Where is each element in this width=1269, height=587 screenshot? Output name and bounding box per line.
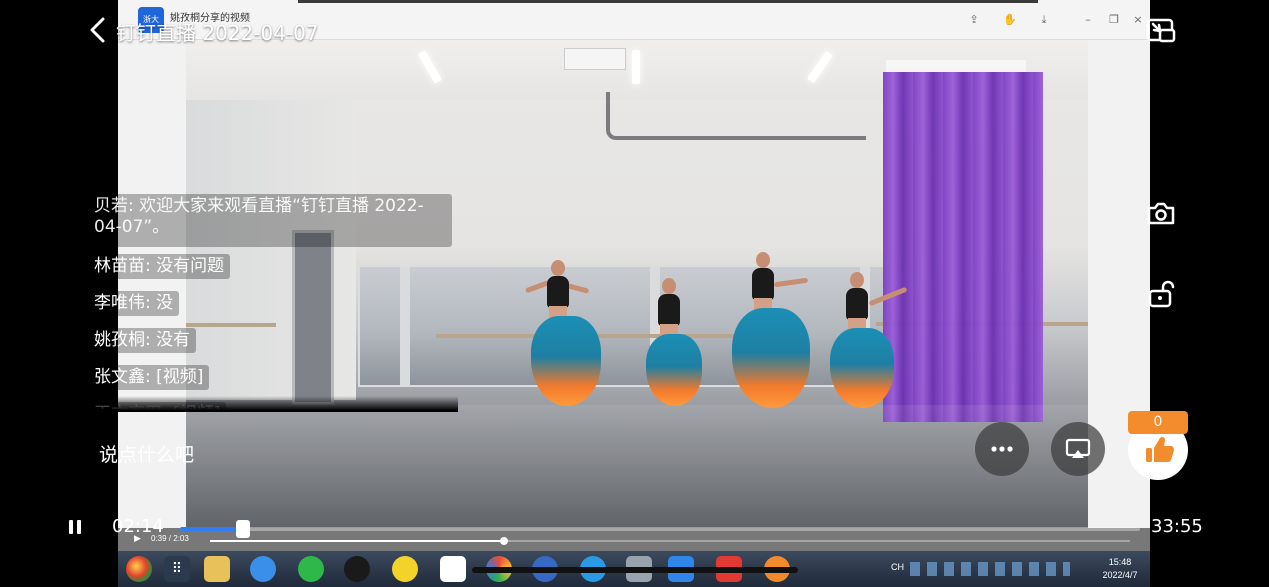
comment-text: 没有问题 xyxy=(156,256,225,276)
recorded-window-topline xyxy=(298,0,1038,3)
unlock-icon xyxy=(1148,280,1175,308)
comment-author: 林苗苗 xyxy=(94,256,145,276)
dingtalk-icon xyxy=(250,556,276,582)
more-button[interactable] xyxy=(975,422,1029,476)
comment-fade xyxy=(88,396,458,412)
download-icon: ⤓ xyxy=(1041,13,1047,26)
progress-fill xyxy=(180,527,244,531)
recorded-progress-fill xyxy=(210,540,505,542)
screen-cast-icon xyxy=(1065,438,1091,458)
air-conditioner xyxy=(564,48,626,70)
share-icon: ⇪ xyxy=(969,13,979,26)
folder-icon xyxy=(204,556,230,582)
recorded-progress-track xyxy=(210,537,1130,545)
floor-reflection xyxy=(186,405,1088,528)
comment-item: 贝若: 欢迎大家来观看直播“钉钉直播 2022-04-07”。 xyxy=(88,194,452,247)
comment-text: [视频] xyxy=(156,367,204,387)
comment-text: 没 xyxy=(156,293,174,313)
tray-date: 2022/4/7 xyxy=(1102,570,1138,580)
page-title: 钉钉直播 2022-04-07 xyxy=(116,21,319,45)
comment-item: 李唯伟: 没 xyxy=(88,291,180,316)
camera-icon xyxy=(1147,202,1175,225)
screenshot-button[interactable] xyxy=(1143,196,1179,232)
picture-in-picture-icon xyxy=(1146,18,1176,43)
pause-icon xyxy=(69,520,81,534)
minimize-icon: – xyxy=(1085,13,1091,26)
screen-lock-button[interactable] xyxy=(1143,276,1179,312)
comment-author: 贝若 xyxy=(94,196,128,216)
progress-bar[interactable] xyxy=(180,520,1140,538)
recorded-player-progress: ▶ 0:39 / 2:03 xyxy=(118,528,1150,551)
app-icon xyxy=(392,556,418,582)
hand-icon: ✋ xyxy=(1003,13,1017,26)
comment-separator: : xyxy=(145,256,157,276)
tray-clock: 15:48 2022/4/7 xyxy=(1090,551,1150,587)
comment-separator: : xyxy=(145,293,157,313)
comment-separator: : xyxy=(128,196,140,216)
comment-separator: : xyxy=(145,330,157,350)
ceiling-light xyxy=(418,50,442,84)
comment-text: 没有 xyxy=(156,330,191,350)
ceiling-light xyxy=(632,50,640,84)
start-button-icon xyxy=(126,556,152,582)
comment-item: 林苗苗: 没有问题 xyxy=(88,254,231,279)
restore-icon: ❐ xyxy=(1109,13,1119,26)
qq-icon xyxy=(344,556,370,582)
apps-grid-icon: ⠿ xyxy=(164,556,190,582)
total-time: 33:55 xyxy=(1151,516,1203,537)
comment-text: 欢迎大家来观看直播“钉钉直播 2022-04-07”。 xyxy=(94,196,424,237)
wechat-icon xyxy=(298,556,324,582)
baidu-netdisk-icon xyxy=(440,556,466,582)
comment-author: 李唯伟 xyxy=(94,293,145,313)
like-count: 0 xyxy=(1128,411,1188,434)
comment-item: 张文鑫: [视频] xyxy=(88,365,210,390)
current-time: 02:14 xyxy=(112,516,164,537)
picture-in-picture-button[interactable] xyxy=(1143,13,1179,49)
back-button[interactable] xyxy=(86,15,110,45)
home-indicator xyxy=(472,567,798,573)
tray-time: 15:48 xyxy=(1108,557,1132,567)
recorded-taskbar: ⠿ CH 15:48 2022/4/7 xyxy=(118,551,1150,587)
more-dots-icon xyxy=(991,446,1013,452)
comment-list[interactable]: 贝若: 欢迎大家来观看直播“钉钉直播 2022-04-07”。林苗苗: 没有问题… xyxy=(88,194,458,409)
chevron-left-icon xyxy=(90,17,105,43)
comment-author: 张文鑫 xyxy=(94,367,145,387)
ceiling-light xyxy=(806,50,834,84)
comment-separator: : xyxy=(145,367,157,387)
comment-input[interactable]: 说点什么吧 xyxy=(99,440,194,467)
progress-knob[interactable] xyxy=(236,520,251,538)
screen-cast-button[interactable] xyxy=(1051,422,1105,476)
ime-indicator: CH xyxy=(891,562,904,572)
tray-icons xyxy=(910,562,1070,576)
recorded-progress-knob xyxy=(500,537,509,545)
wall-pipe xyxy=(606,92,866,140)
purple-curtain xyxy=(883,72,1043,422)
pause-button[interactable] xyxy=(66,516,84,538)
comment-item: 姚孜桐: 没有 xyxy=(88,328,197,353)
comment-author: 姚孜桐 xyxy=(94,330,145,350)
